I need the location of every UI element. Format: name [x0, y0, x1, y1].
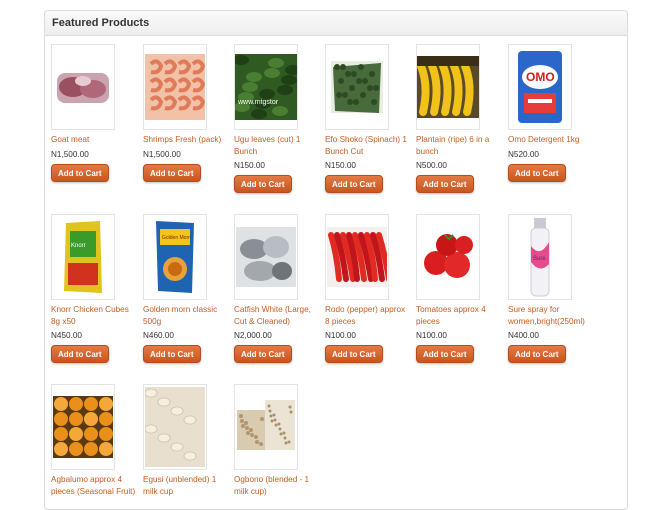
product-card: Agbalumo approx 4 pieces (Seasonal Fruit…: [51, 384, 137, 497]
product-name-link[interactable]: Agbalumo approx 4 pieces (Seasonal Fruit…: [51, 474, 137, 497]
product-image[interactable]: [416, 44, 480, 130]
product-image[interactable]: Sure: [508, 214, 572, 300]
product-name-link[interactable]: Tomatoes approx 4 pieces: [416, 304, 502, 327]
add-to-cart-button[interactable]: Add to Cart: [234, 345, 292, 363]
product-name-link[interactable]: Golden morn classic 500g: [143, 304, 229, 327]
add-to-cart-button[interactable]: Add to Cart: [508, 345, 566, 363]
ugu-leaves-icon: www.mtgstor: [235, 54, 297, 120]
add-to-cart-button[interactable]: Add to Cart: [51, 345, 109, 363]
product-card: Rodo (pepper) approx 8 pieces N100.00 Add …: [325, 214, 411, 363]
product-price: N460.00: [143, 331, 174, 340]
shrimps-icon: [145, 54, 205, 120]
product-card: OMO Omo Detergent 1kg N520.00 Add to Cart: [508, 44, 594, 182]
catfish-icon: [236, 227, 296, 287]
product-name-link[interactable]: Goat meat: [51, 134, 137, 146]
product-card: Plantain (ripe) 6 in a bunch N500.00 Add t…: [416, 44, 502, 193]
product-name-link[interactable]: Egusi (unblended) 1 milk cup: [143, 474, 229, 497]
product-price: N150.00: [325, 161, 356, 170]
product-card: Knorr Knorr Chicken Cubes 8g x50 N450.00 Ad…: [51, 214, 137, 363]
add-to-cart-button[interactable]: Add to Cart: [416, 175, 474, 193]
product-price: N100.00: [325, 331, 356, 340]
featured-products-panel: Featured Products Goat meat N1,500.00 Add …: [44, 10, 628, 510]
product-card: Goat meat N1,500.00 Add to Cart: [51, 44, 137, 182]
golden-morn-icon: Golden Morn: [156, 221, 194, 293]
product-price: N100.00: [416, 331, 447, 340]
product-name-link[interactable]: Rodo (pepper) approx 8 pieces: [325, 304, 411, 327]
product-name-link[interactable]: Sure spray for women,bright(250ml): [508, 304, 594, 327]
add-to-cart-button[interactable]: Add to Cart: [416, 345, 474, 363]
product-card: Golden Morn Golden morn classic 500g N460.…: [143, 214, 229, 363]
product-name-link[interactable]: Knorr Chicken Cubes 8g x50: [51, 304, 137, 327]
product-name-link[interactable]: Ogbono (blended - 1 milk cup): [234, 474, 320, 497]
product-price: N2,000.00: [234, 331, 272, 340]
product-image[interactable]: [51, 384, 115, 470]
knorr-cubes-icon: Knorr: [64, 221, 102, 293]
add-to-cart-button[interactable]: Add to Cart: [143, 345, 201, 363]
product-price: N400.00: [508, 331, 539, 340]
product-image[interactable]: OMO: [508, 44, 572, 130]
product-name-link[interactable]: Plantain (ripe) 6 in a bunch: [416, 134, 502, 157]
spinach-icon: [331, 61, 383, 113]
product-image[interactable]: www.mtgstor: [234, 44, 298, 130]
product-price: N450.00: [51, 331, 82, 340]
plantain-icon: [417, 56, 479, 118]
product-price: N1,500.00: [51, 149, 89, 159]
product-price: N500.00: [416, 161, 447, 170]
ogbono-icon: [235, 396, 297, 458]
product-card: Shrimps Fresh (pack) N1,500.00 Add to Cart: [143, 44, 229, 182]
product-image[interactable]: [143, 44, 207, 130]
product-name-link[interactable]: Catfish White (Large, Cut & Cleaned): [234, 304, 320, 327]
product-price: N150.00: [234, 161, 265, 170]
product-name-link[interactable]: Ugu leaves (cut) 1 Bunch: [234, 134, 320, 157]
svg-text:www.mtgstor: www.mtgstor: [237, 99, 279, 106]
product-card: Egusi (unblended) 1 milk cup: [143, 384, 229, 497]
product-image[interactable]: [234, 384, 298, 470]
svg-text:Sure: Sure: [533, 256, 546, 262]
svg-text:Golden Morn: Golden Morn: [162, 235, 191, 241]
product-image[interactable]: [143, 384, 207, 470]
product-image[interactable]: Knorr: [51, 214, 115, 300]
product-card: Sure Sure spray for women,bright(250ml) N4…: [508, 214, 594, 363]
product-name-link[interactable]: Omo Detergent 1kg: [508, 134, 594, 146]
product-image[interactable]: [325, 44, 389, 130]
egusi-icon: [145, 387, 205, 467]
agbalumo-icon: [53, 396, 113, 458]
product-name-link[interactable]: Shrimps Fresh (pack): [143, 134, 229, 146]
product-price: N1,500.00: [143, 149, 181, 159]
product-name-link[interactable]: Efo Shoko (Spinach) 1 Bunch Cut: [325, 134, 411, 157]
add-to-cart-button[interactable]: Add to Cart: [234, 175, 292, 193]
product-image[interactable]: Golden Morn: [143, 214, 207, 300]
svg-text:Knorr: Knorr: [71, 243, 86, 249]
goat-meat-icon: [57, 73, 109, 103]
tomatoes-icon: [424, 234, 473, 278]
add-to-cart-button[interactable]: Add to Cart: [325, 175, 383, 193]
detergent-icon: OMO: [518, 51, 562, 123]
product-price: N520.00: [508, 149, 539, 159]
add-to-cart-button[interactable]: Add to Cart: [325, 345, 383, 363]
add-to-cart-button[interactable]: Add to Cart: [51, 163, 109, 182]
product-image[interactable]: [416, 214, 480, 300]
product-card: Efo Shoko (Spinach) 1 Bunch Cut N150.00 Ad…: [325, 44, 411, 193]
product-card: www.mtgstor Ugu leaves (cut) 1 Bunch N150.…: [234, 44, 320, 193]
product-card: Ogbono (blended - 1 milk cup): [234, 384, 320, 497]
add-to-cart-button[interactable]: Add to Cart: [143, 163, 201, 182]
svg-text:OMO: OMO: [526, 70, 555, 84]
product-image[interactable]: [51, 44, 115, 130]
product-card: Tomatoes approx 4 pieces N100.00 Add to Ca…: [416, 214, 502, 363]
panel-title: Featured Products: [45, 11, 627, 36]
product-image[interactable]: [234, 214, 298, 300]
product-image[interactable]: [325, 214, 389, 300]
add-to-cart-button[interactable]: Add to Cart: [508, 163, 566, 182]
pepper-icon: [327, 227, 387, 287]
product-card: Catfish White (Large, Cut & Cleaned) N2,0…: [234, 214, 320, 363]
sure-spray-icon: Sure: [530, 218, 550, 297]
